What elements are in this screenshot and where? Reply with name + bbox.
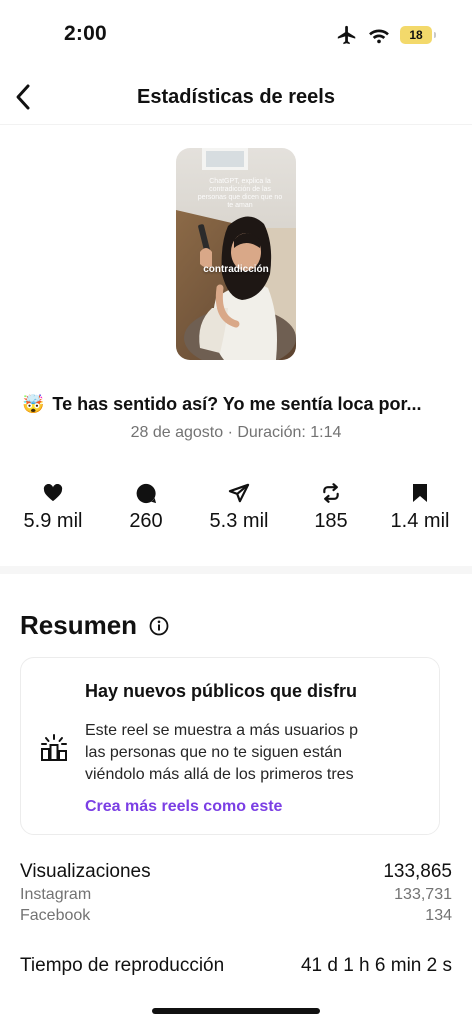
nav-divider (0, 124, 472, 125)
insight-card-heading: Hay nuevos públicos que disfru (85, 681, 358, 701)
engagement-stats: 5.9 mil 260 5.3 mil 185 1.4 mil (0, 482, 472, 542)
share-icon (228, 483, 250, 503)
insight-card[interactable]: Hay nuevos públicos que disfru Este reel… (20, 657, 440, 835)
status-bar: 2:00 18 (0, 0, 472, 62)
battery-level: 18 (409, 28, 423, 42)
stat-reposts: 185 (285, 482, 377, 533)
home-indicator[interactable] (152, 1008, 320, 1014)
stat-saves: 1.4 mil (374, 482, 466, 533)
saves-count: 1.4 mil (390, 510, 450, 532)
metric-value: 41 d 1 h 6 min 2 s (300, 955, 452, 976)
battery-icon: 18 (400, 26, 436, 44)
create-more-reels-link[interactable]: Crea más reels como este (85, 798, 282, 816)
reel-thumbnail[interactable]: ChatGPT, explica la contradicción de las… (176, 148, 296, 360)
heart-icon (43, 484, 63, 502)
nav-bar: Estadísticas de reels (0, 72, 472, 122)
metric-label: Facebook (20, 907, 91, 924)
audience-icon (41, 734, 67, 761)
comments-count: 260 (129, 510, 163, 532)
reel-meta: 28 de agosto · Duración: 1:14 (130, 424, 342, 441)
metric-instagram: Instagram 133,731 (20, 886, 452, 904)
insight-card-line: las personas que no te siguen están (85, 744, 343, 761)
repost-icon (323, 483, 339, 503)
insight-card-line: viéndolo más allá de los primeros tres (85, 766, 354, 783)
thumbnail-caption: ChatGPT, explica la contradicción de las… (197, 178, 283, 209)
stat-shares: 5.3 mil (193, 482, 285, 533)
insight-card-body: Este reel se muestra a más usuarios p la… (85, 720, 377, 786)
stat-likes: 5.9 mil (7, 482, 99, 533)
metric-views: Visualizaciones 133,865 (20, 861, 452, 883)
thumbnail-overlay-word: contradicción (203, 264, 269, 275)
status-icons: 18 (336, 24, 436, 46)
info-icon[interactable] (149, 616, 169, 636)
likes-count: 5.9 mil (23, 510, 83, 532)
status-time: 2:00 (64, 22, 107, 45)
reposts-count: 185 (314, 510, 348, 532)
metric-label: Tiempo de reproducción (20, 955, 225, 976)
reel-emoji: 🤯 (22, 394, 45, 414)
reel-title: 🤯 Te has sentido así? Yo me sentía loca … (22, 394, 462, 415)
summary-heading: Resumen (20, 610, 169, 641)
wifi-icon (369, 29, 389, 44)
reel-title-text: Te has sentido así? Yo me sentía loca po… (52, 394, 422, 414)
insight-card-content: Hay nuevos públicos que disfru Este reel… (21, 658, 377, 834)
metric-value: 133,731 (394, 886, 452, 903)
comment-icon (136, 483, 157, 503)
page-title: Estadísticas de reels (137, 86, 335, 108)
card-overflow-mask (377, 658, 439, 834)
stat-comments: 260 (100, 482, 192, 533)
metric-playtime: Tiempo de reproducción 41 d 1 h 6 min 2 … (20, 955, 452, 977)
bookmark-icon (413, 484, 427, 502)
airplane-icon (337, 25, 356, 45)
section-divider (0, 566, 472, 574)
metric-value: 133,865 (383, 861, 452, 882)
metric-label: Visualizaciones (20, 861, 151, 882)
shares-count: 5.3 mil (209, 510, 269, 532)
metric-label: Instagram (20, 886, 92, 903)
metric-facebook: Facebook 134 (20, 907, 452, 925)
metric-value: 134 (425, 907, 452, 924)
summary-title: Resumen (20, 610, 138, 640)
insight-card-line: Este reel se muestra a más usuarios p (85, 722, 359, 739)
